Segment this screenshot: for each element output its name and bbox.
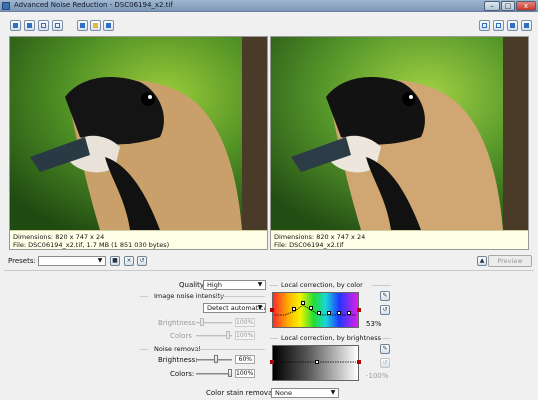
removal-colors-thumb[interactable]	[228, 369, 232, 377]
curve-point[interactable]	[337, 311, 341, 315]
original-file: File: DSC06194_x2.tif, 1.7 MB (1 851 030…	[13, 241, 170, 249]
intensity-colors-label: Colors	[170, 332, 192, 340]
local-color-line-right	[372, 285, 391, 286]
open-folder-icon[interactable]	[90, 20, 101, 31]
reset-preset-icon[interactable]: ↺	[137, 256, 147, 266]
curve-point[interactable]	[301, 301, 305, 305]
chevron-down-icon: ▼	[330, 389, 336, 396]
curve-point[interactable]	[309, 306, 313, 310]
local-color-line	[270, 285, 278, 286]
minimize-button[interactable]: –	[484, 1, 500, 11]
curve-point[interactable]	[327, 311, 331, 315]
curve-point[interactable]	[347, 311, 351, 315]
original-viewer[interactable]: Dimensions: 820 x 747 x 24 File: DSC0619…	[9, 36, 268, 250]
curve-point[interactable]	[317, 311, 321, 315]
quality-dropdown[interactable]: High ▼	[203, 280, 266, 290]
quality-label: Quality:	[179, 281, 206, 289]
noise-intensity-line-right	[215, 296, 265, 297]
brightness-picker-icon[interactable]: ✎	[380, 344, 390, 354]
layout-split-icon[interactable]	[493, 20, 504, 31]
local-brightness-line	[270, 338, 278, 339]
noise-intensity-line	[140, 296, 148, 297]
zoom-out-icon[interactable]	[24, 20, 35, 31]
color-stain-dropdown[interactable]: None ▼	[271, 388, 339, 398]
local-color-value: 53%	[366, 320, 382, 328]
app-icon	[2, 2, 10, 10]
brightness-reset-icon[interactable]: ↺	[380, 358, 390, 368]
curve-point[interactable]	[292, 307, 296, 311]
fit-icon[interactable]	[38, 20, 49, 31]
result-info: Dimensions: 820 x 747 x 24 File: DSC0619…	[271, 230, 528, 249]
intensity-brightness-label: Brightness	[158, 319, 196, 327]
noise-removal-line-right	[195, 349, 265, 350]
color-stain-label: Color stain removal:	[206, 389, 277, 397]
noise-removal-title: Noise removal	[154, 345, 201, 353]
removal-brightness-thumb[interactable]	[214, 355, 218, 363]
brightness-curve-editor[interactable]	[272, 345, 359, 381]
window-title: Advanced Noise Reduction - DSC06194_x2.t…	[14, 1, 173, 9]
noise-removal-line	[140, 349, 148, 350]
result-viewer[interactable]: Dimensions: 820 x 747 x 24 File: DSC0619…	[270, 36, 529, 250]
removal-colors-slider[interactable]	[196, 373, 232, 375]
noise-detect-dropdown[interactable]: Detect automatically ▼	[203, 303, 266, 313]
local-color-title: Local correction, by color	[281, 281, 363, 289]
original-info: Dimensions: 820 x 747 x 24 File: DSC0619…	[10, 230, 267, 249]
layout-single-icon[interactable]	[479, 20, 490, 31]
quality-value: High	[207, 281, 222, 289]
original-photo	[10, 37, 267, 230]
intensity-colors-thumb[interactable]	[226, 331, 230, 339]
result-photo	[271, 37, 528, 230]
removal-colors-value[interactable]: 100%	[235, 369, 255, 378]
layout-vertical-icon[interactable]	[507, 20, 518, 31]
color-curve-editor[interactable]	[272, 292, 359, 328]
compare-icon[interactable]	[77, 20, 88, 31]
presets-label: Presets:	[8, 257, 36, 265]
removal-brightness-label: Brightness:	[158, 356, 198, 364]
save-preset-icon[interactable]: ■	[110, 256, 120, 266]
delete-preset-icon[interactable]: ×	[124, 256, 134, 266]
noise-intensity-title: Image noise intensity	[154, 292, 224, 300]
preview-button[interactable]: Preview	[488, 255, 532, 267]
chevron-down-icon: ▼	[257, 304, 263, 311]
curve-point[interactable]	[315, 360, 319, 364]
color-curve-right-handle[interactable]	[357, 308, 361, 312]
local-brightness-title: Local correction, by brightness	[281, 334, 382, 342]
original-dimensions: Dimensions: 820 x 747 x 24	[13, 233, 105, 241]
presets-dropdown[interactable]: ▼	[38, 256, 106, 266]
divider	[4, 270, 534, 271]
color-stain-value: None	[275, 389, 292, 397]
color-picker-icon[interactable]: ✎	[380, 291, 390, 301]
chevron-down-icon: ▼	[257, 281, 263, 288]
info-icon[interactable]	[103, 20, 114, 31]
fullscreen-icon[interactable]	[52, 20, 63, 31]
color-curve-left-handle[interactable]	[270, 308, 274, 312]
maximize-button[interactable]: □	[501, 1, 515, 11]
result-file: File: DSC06194_x2.tif	[274, 241, 344, 249]
layout-horizontal-icon[interactable]	[521, 20, 532, 31]
intensity-brightness-thumb[interactable]	[200, 318, 204, 326]
close-button[interactable]: x	[516, 1, 536, 11]
intensity-brightness-value[interactable]: 100%	[235, 318, 255, 327]
local-brightness-line-right	[382, 338, 391, 339]
color-reset-icon[interactable]: ↺	[380, 305, 390, 315]
chevron-down-icon: ▼	[97, 257, 103, 264]
title-bar: Advanced Noise Reduction - DSC06194_x2.t…	[0, 0, 538, 12]
removal-brightness-value[interactable]: 60%	[235, 355, 255, 364]
removal-colors-label: Colors:	[170, 370, 195, 378]
local-brightness-value: -100%	[366, 372, 389, 380]
brightness-curve-right-handle[interactable]	[357, 360, 361, 364]
intensity-colors-value[interactable]: 100%	[235, 331, 255, 340]
brightness-curve-left-handle[interactable]	[270, 360, 274, 364]
toolbar	[0, 12, 538, 36]
preview-toggle-icon[interactable]: ▲	[477, 256, 487, 266]
result-dimensions: Dimensions: 820 x 747 x 24	[274, 233, 366, 241]
zoom-in-icon[interactable]	[10, 20, 21, 31]
